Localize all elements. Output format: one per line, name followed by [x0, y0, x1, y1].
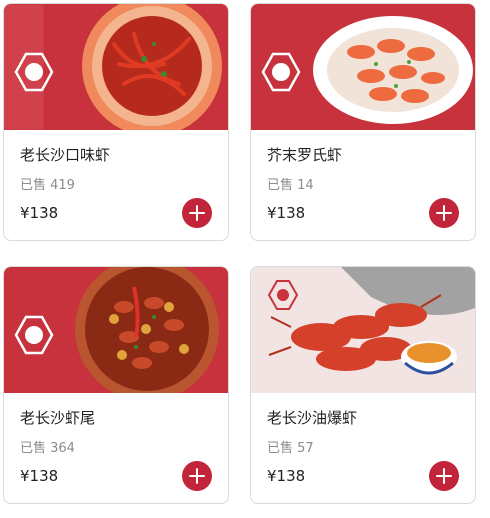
- product-card[interactable]: 老长沙虾尾 已售 364 ¥138: [3, 266, 229, 504]
- product-card[interactable]: 老长沙口味虾 已售 419 ¥138: [3, 3, 229, 241]
- product-card[interactable]: 芥末罗氏虾 已售 14 ¥138: [250, 3, 476, 241]
- food-plate-image: [313, 16, 473, 124]
- plus-icon: [189, 205, 205, 221]
- food-plate-image: [82, 4, 222, 130]
- plus-icon: [436, 205, 452, 221]
- sales-count: 已售 364: [20, 441, 75, 456]
- add-to-cart-button[interactable]: [182, 461, 212, 491]
- product-price: ¥138: [20, 467, 59, 485]
- food-plate-image: [267, 267, 475, 375]
- product-image: [251, 267, 475, 393]
- product-card[interactable]: 老长沙油爆虾 已售 57 ¥138: [250, 266, 476, 504]
- sales-count: 已售 14: [267, 178, 314, 193]
- product-image: [4, 267, 228, 393]
- sales-count: 已售 419: [20, 178, 75, 193]
- plus-icon: [189, 468, 205, 484]
- product-price: ¥138: [267, 467, 306, 485]
- product-name: 老长沙油爆虾: [267, 409, 358, 427]
- product-price: ¥138: [20, 204, 59, 222]
- food-plate-image: [75, 267, 219, 393]
- product-name: 芥末罗氏虾: [267, 146, 343, 164]
- add-to-cart-button[interactable]: [429, 461, 459, 491]
- product-name: 老长沙虾尾: [20, 409, 96, 427]
- product-image: [251, 4, 475, 130]
- product-name: 老长沙口味虾: [20, 146, 111, 164]
- product-image: [4, 4, 228, 130]
- plus-icon: [436, 468, 452, 484]
- product-price: ¥138: [267, 204, 306, 222]
- add-to-cart-button[interactable]: [429, 198, 459, 228]
- sales-count: 已售 57: [267, 441, 314, 456]
- add-to-cart-button[interactable]: [182, 198, 212, 228]
